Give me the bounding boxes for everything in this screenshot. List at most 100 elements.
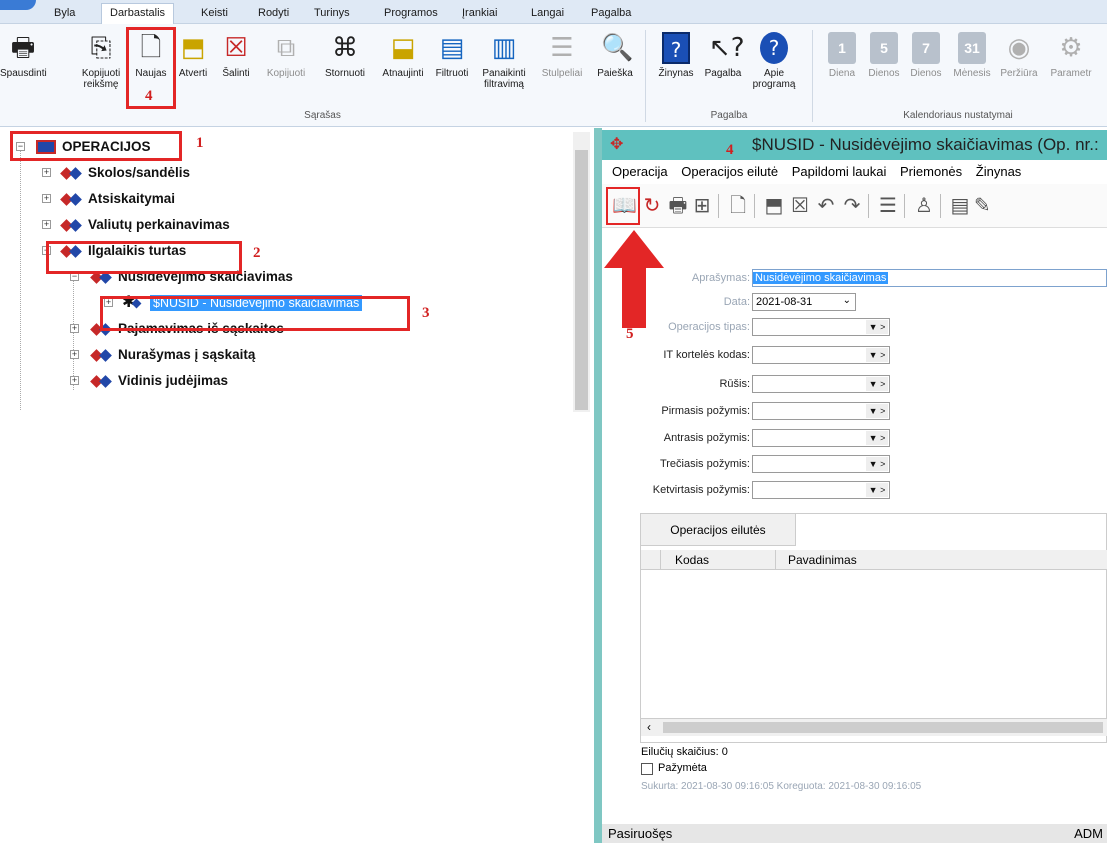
tree-item-selected[interactable]: ✱ $NUSID - Nusidėvėjimo skaičiavimas	[122, 292, 363, 314]
tab-irankiai[interactable]: Įrankiai	[454, 4, 505, 24]
tab-keisti[interactable]: Keisti	[193, 4, 236, 24]
tab-programos[interactable]: Programos	[376, 4, 446, 24]
attr4-select[interactable]: ▼ >	[752, 481, 890, 499]
menu-priemones[interactable]: Priemonės	[900, 164, 962, 179]
it-card-select[interactable]: ▼ >	[752, 346, 890, 364]
new-document-icon[interactable]: 🗋	[726, 192, 750, 218]
date-label: Data:	[723, 296, 750, 308]
collapse-toggle[interactable]: −	[42, 246, 51, 255]
open-button[interactable]: ⬒ Atverti	[176, 32, 210, 108]
tab-turinys[interactable]: Turinys	[306, 4, 358, 24]
refresh-icon: ⬓	[390, 33, 416, 63]
expand-toggle[interactable]: +	[42, 220, 51, 229]
params-button[interactable]: ⚙ Parametr	[1046, 32, 1096, 108]
menu-operacija[interactable]: Operacija	[612, 164, 668, 179]
expand-toggle[interactable]: +	[104, 298, 113, 307]
expand-toggle[interactable]: +	[42, 168, 51, 177]
print-button[interactable]: 🖶 Spausdinti	[0, 32, 47, 108]
column-header-name[interactable]: Pavadinimas	[775, 550, 1105, 570]
attr3-select[interactable]: ▼ >	[752, 455, 890, 473]
month-button[interactable]: 31 Mėnesis	[950, 32, 994, 108]
chevron-down-icon: ⌄	[842, 295, 851, 306]
toolbar-separator	[718, 194, 719, 218]
overview-button[interactable]: ◉ Peržiūra	[996, 32, 1042, 108]
tool-icon[interactable]: ✎	[974, 192, 988, 218]
grid-horizontal-scrollbar[interactable]: ‹	[641, 718, 1107, 736]
list-icon[interactable]: ▤	[948, 192, 972, 218]
window-titlebar[interactable]: ✥ 4 $NUSID - Nusidėvėjimo skaičiavimas (…	[602, 130, 1107, 160]
filter-button[interactable]: ▤ Filtruoti	[432, 32, 472, 108]
refresh-disc-icon[interactable]: ↻	[640, 192, 664, 218]
status-bar: Pasiruošęs ADM	[602, 824, 1107, 843]
delete-icon[interactable]: ☒	[788, 192, 812, 218]
menu-operacijos-eilute[interactable]: Operacijos eilutė	[681, 164, 778, 179]
tree-root[interactable]: OPERACIJOS	[34, 136, 151, 158]
op-type-select[interactable]: ▼ >	[752, 318, 890, 336]
tree-item-skolos[interactable]: Skolos/sandėlis	[60, 162, 190, 184]
tree-item-pajamavimas[interactable]: Pajamavimas iš sąskaitos	[90, 318, 284, 340]
book-icon[interactable]: 📖	[612, 192, 637, 218]
undo-icon[interactable]: ↶	[814, 192, 838, 218]
date-picker[interactable]: 2021-08-31 ⌄	[752, 293, 856, 311]
expand-toggle[interactable]: +	[70, 376, 79, 385]
copy-value-button[interactable]: ⎘ Kopijuoti reikšmę	[72, 32, 130, 108]
about-button[interactable]: ? Apie programą	[752, 32, 796, 108]
days7-button[interactable]: 7 Dienos	[906, 32, 946, 108]
scroll-thumb[interactable]	[663, 722, 1103, 733]
delete-icon: ☒	[224, 33, 248, 63]
marked-checkbox[interactable]	[641, 763, 653, 775]
kind-select[interactable]: ▼ >	[752, 375, 890, 393]
help-button[interactable]: ↖? Pagalba	[702, 32, 745, 108]
dropdown-arrow-icon: ▼ >	[866, 431, 888, 445]
tab-rodyti[interactable]: Rodyti	[250, 4, 297, 24]
delete-button[interactable]: ☒ Šalinti	[218, 32, 254, 108]
user-icon[interactable]: ♙	[912, 192, 936, 218]
menu-papildomi-laukai[interactable]: Papildomi laukai	[792, 164, 887, 179]
reverse-button[interactable]: ⌘ Stornuoti	[318, 32, 372, 108]
operations-icon	[34, 139, 56, 155]
tab-langai[interactable]: Langai	[523, 4, 572, 24]
scroll-left-icon[interactable]: ‹	[647, 720, 651, 734]
tab-darbastalis[interactable]: Darbastalis	[101, 3, 175, 25]
tree-item-ilgalaikis[interactable]: Ilgalaikis turtas	[60, 240, 186, 262]
refresh-button[interactable]: ⬓ Atnaujinti	[374, 32, 432, 108]
op-type-label: Operacijos tipas:	[668, 321, 750, 333]
attr1-select[interactable]: ▼ >	[752, 402, 890, 420]
columns-icon[interactable]: ☰	[876, 192, 900, 218]
copy-button[interactable]: ⧉ Kopijuoti	[262, 32, 310, 108]
tree-item-vidinis[interactable]: Vidinis judėjimas	[90, 370, 228, 392]
guide-button[interactable]: ? Žinynas	[654, 32, 698, 108]
marked-label: Pažymėta	[658, 762, 707, 774]
search-button[interactable]: 🔍 Paieška	[592, 32, 638, 108]
tree-item-atsiskaitymai[interactable]: Atsiskaitymai	[60, 188, 175, 210]
filter-icon: ▤	[439, 33, 465, 63]
column-header-code[interactable]: Kodas	[675, 550, 709, 570]
tree-item-nusidevejimo[interactable]: Nusidėvėjimo skaičiavimas	[90, 266, 293, 288]
tab-operation-lines[interactable]: Operacijos eilutės	[641, 514, 796, 546]
collapse-toggle[interactable]: −	[70, 272, 79, 281]
calendar-5days-icon: 5	[870, 32, 898, 64]
attr3-label: Trečiasis požymis:	[659, 458, 750, 470]
tree-item-nurasymas[interactable]: Nurašymas į sąskaitą	[90, 344, 255, 366]
expand-toggle[interactable]: +	[70, 350, 79, 359]
expand-toggle[interactable]: +	[42, 194, 51, 203]
attr2-select[interactable]: ▼ >	[752, 429, 890, 447]
collapse-toggle[interactable]: −	[16, 142, 25, 151]
description-input[interactable]: Nusidėvėjimo skaičiavimas	[752, 269, 1107, 287]
expand-toggle[interactable]: +	[70, 324, 79, 333]
redo-icon[interactable]: ↷	[840, 192, 864, 218]
columns-button[interactable]: ☰ Stulpeliai	[538, 32, 586, 108]
move-icon[interactable]: ✥	[610, 130, 623, 160]
tab-pagalba[interactable]: Pagalba	[583, 4, 639, 24]
days5-button[interactable]: 5 Dienos	[864, 32, 904, 108]
day-button[interactable]: 1 Diena	[822, 32, 862, 108]
app-logo-icon[interactable]	[0, 0, 36, 10]
tree-scroll-thumb[interactable]	[575, 150, 588, 410]
expand-grid-icon[interactable]: ⊞	[690, 192, 714, 218]
open-icon[interactable]: ⬒	[762, 192, 786, 218]
tree-item-valiutu[interactable]: Valiutų perkainavimas	[60, 214, 230, 236]
tab-byla[interactable]: Byla	[46, 4, 83, 24]
print-icon[interactable]: 🖶	[666, 192, 690, 218]
clear-filter-button[interactable]: ▥ Panaikinti filtravimą	[472, 32, 536, 108]
menu-zinynas[interactable]: Žinynas	[976, 164, 1022, 179]
